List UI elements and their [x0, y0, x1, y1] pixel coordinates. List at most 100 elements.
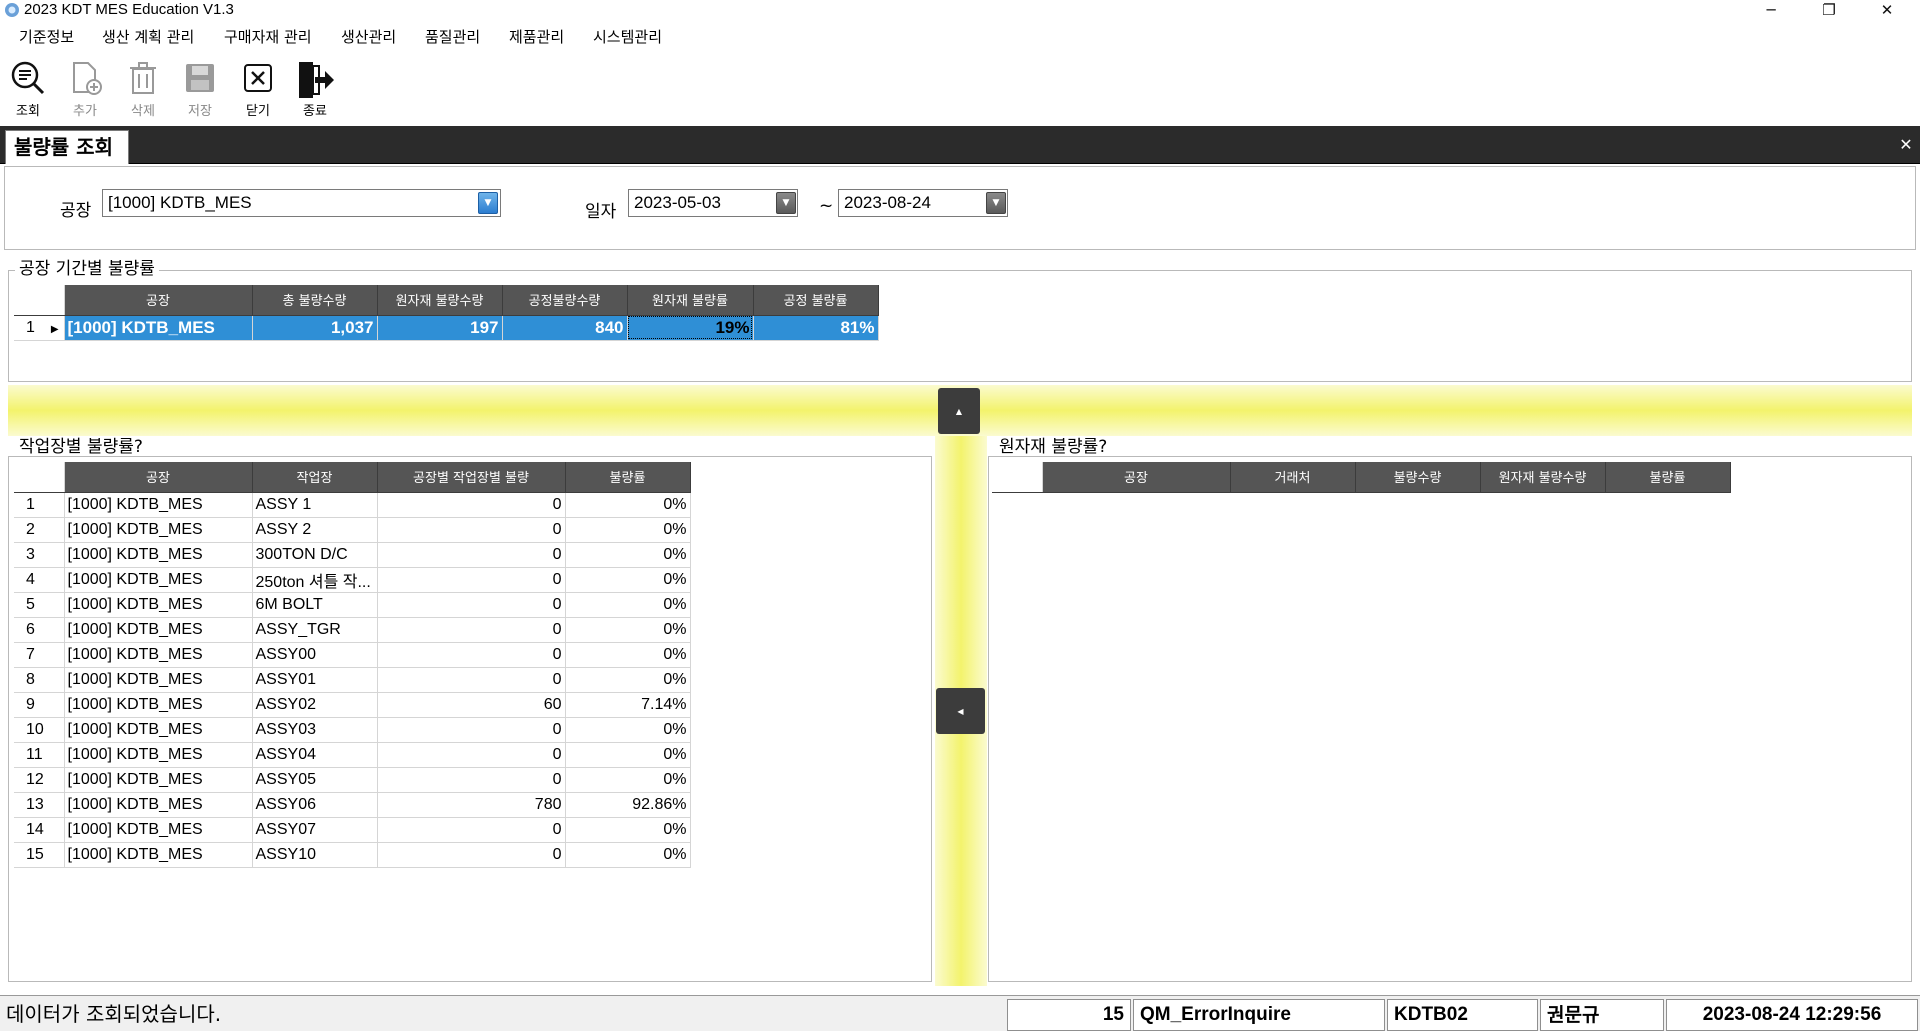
cell-workplace[interactable]: 250ton 셔틀 작...	[252, 567, 378, 593]
cell-defect-qty[interactable]: 0	[377, 542, 566, 568]
cell-defect-rate[interactable]: 0%	[565, 517, 691, 543]
cell-defect-rate[interactable]: 0%	[565, 592, 691, 618]
col-process-defect[interactable]: 공정불량수량	[502, 285, 628, 316]
calendar-dropdown-icon[interactable]: ▼	[986, 192, 1006, 214]
cell-factory[interactable]: [1000] KDTB_MES	[64, 817, 253, 843]
search-button[interactable]: 조회	[2, 56, 54, 122]
cell-total[interactable]: 1,037	[252, 315, 378, 341]
col-process-rate[interactable]: 공정 불량률	[753, 285, 879, 316]
table-row[interactable]: 8 [1000] KDTB_MES ASSY01 0 0%	[14, 667, 691, 693]
cell-material[interactable]: 197	[377, 315, 503, 341]
cell-defect-rate[interactable]: 0%	[565, 567, 691, 593]
cell-factory[interactable]: [1000] KDTB_MES	[64, 767, 253, 793]
menu-production-planning[interactable]: 생산 계획 관리	[102, 26, 194, 48]
cell-defect-rate[interactable]: 0%	[565, 667, 691, 693]
cell-workplace[interactable]: ASSY04	[252, 742, 378, 768]
cell-factory[interactable]: [1000] KDTB_MES	[64, 617, 253, 643]
col-defect-qty[interactable]: 불량수량	[1355, 462, 1481, 493]
cell-factory[interactable]: [1000] KDTB_MES	[64, 567, 253, 593]
cell-workplace[interactable]: 6M BOLT	[252, 592, 378, 618]
cell-factory[interactable]: [1000] KDTB_MES	[64, 492, 253, 518]
table-row[interactable]: 4 [1000] KDTB_MES 250ton 셔틀 작... 0 0%	[14, 567, 691, 593]
cell-factory[interactable]: [1000] KDTB_MES	[64, 517, 253, 543]
cell-workplace[interactable]: ASSY05	[252, 767, 378, 793]
cell-defect-qty[interactable]: 0	[377, 492, 566, 518]
cell-factory[interactable]: [1000] KDTB_MES	[64, 742, 253, 768]
cell-workplace[interactable]: ASSY_TGR	[252, 617, 378, 643]
cell-defect-rate[interactable]: 0%	[565, 492, 691, 518]
table-row[interactable]: 1 ▶ [1000] KDTB_MES 1,037 197 840 19% 81%	[14, 315, 879, 341]
col-material-defect[interactable]: 원자재 불량수량	[1480, 462, 1606, 493]
table-row[interactable]: 15 [1000] KDTB_MES ASSY10 0 0%	[14, 842, 691, 868]
col-material-defect[interactable]: 원자재 불량수량	[377, 285, 503, 316]
cell-defect-rate[interactable]: 0%	[565, 742, 691, 768]
table-row[interactable]: 14 [1000] KDTB_MES ASSY07 0 0%	[14, 817, 691, 843]
col-material-rate[interactable]: 원자재 불량률	[627, 285, 754, 316]
cell-process[interactable]: 840	[502, 315, 628, 341]
period-defect-grid[interactable]: 공장 총 불량수량 원자재 불량수량 공정불량수량 원자재 불량률 공정 불량률…	[14, 285, 879, 341]
menu-production[interactable]: 생산관리	[341, 26, 396, 48]
cell-defect-rate[interactable]: 0%	[565, 642, 691, 668]
col-factory[interactable]: 공장	[64, 462, 253, 493]
cell-factory[interactable]: [1000] KDTB_MES	[64, 667, 253, 693]
cell-factory[interactable]: [1000] KDTB_MES	[64, 792, 253, 818]
date-from-picker[interactable]: 2023-05-03 ▼	[628, 189, 798, 217]
cell-factory[interactable]: [1000] KDTB_MES	[64, 315, 253, 341]
table-row[interactable]: 13 [1000] KDTB_MES ASSY06 780 92.86%	[14, 792, 691, 818]
menu-system[interactable]: 시스템관리	[593, 26, 662, 48]
menu-product[interactable]: 제품관리	[509, 26, 564, 48]
table-row[interactable]: 3 [1000] KDTB_MES 300TON D/C 0 0%	[14, 542, 691, 568]
exit-button[interactable]: 종료	[289, 56, 341, 122]
col-total-defect[interactable]: 총 불량수량	[252, 285, 378, 316]
cell-workplace[interactable]: ASSY10	[252, 842, 378, 868]
cell-workplace[interactable]: 300TON D/C	[252, 542, 378, 568]
table-row[interactable]: 6 [1000] KDTB_MES ASSY_TGR 0 0%	[14, 617, 691, 643]
add-button[interactable]: 추가	[59, 56, 111, 122]
cell-defect-qty[interactable]: 780	[377, 792, 566, 818]
table-row[interactable]: 2 [1000] KDTB_MES ASSY 2 0 0%	[14, 517, 691, 543]
col-defect-rate[interactable]: 불량률	[1605, 462, 1731, 493]
cell-workplace[interactable]: ASSY 1	[252, 492, 378, 518]
cell-material-rate[interactable]: 19%	[627, 315, 754, 341]
close-window-button[interactable]: ✕	[1864, 0, 1910, 20]
table-row[interactable]: 9 [1000] KDTB_MES ASSY02 60 7.14%	[14, 692, 691, 718]
cell-workplace[interactable]: ASSY03	[252, 717, 378, 743]
menu-quality[interactable]: 품질관리	[425, 26, 480, 48]
cell-defect-rate[interactable]: 0%	[565, 717, 691, 743]
cell-defect-rate[interactable]: 0%	[565, 767, 691, 793]
cell-workplace[interactable]: ASSY06	[252, 792, 378, 818]
cell-factory[interactable]: [1000] KDTB_MES	[64, 592, 253, 618]
date-to-picker[interactable]: 2023-08-24 ▼	[838, 189, 1008, 217]
tab-defect-rate-inquiry[interactable]: 불량률 조회	[5, 130, 129, 164]
cell-factory[interactable]: [1000] KDTB_MES	[64, 842, 253, 868]
cell-defect-rate[interactable]: 0%	[565, 842, 691, 868]
cell-process-rate[interactable]: 81%	[753, 315, 879, 341]
cell-workplace[interactable]: ASSY 2	[252, 517, 378, 543]
cell-workplace[interactable]: ASSY07	[252, 817, 378, 843]
workplace-defect-grid[interactable]: 공장 작업장 공장별 작업장별 불량 불량률 1 [1000] KDTB_MES A…	[14, 462, 691, 868]
cell-defect-rate[interactable]: 0%	[565, 617, 691, 643]
col-workplace-defect[interactable]: 공장별 작업장별 불량	[377, 462, 566, 493]
table-row[interactable]: 7 [1000] KDTB_MES ASSY00 0 0%	[14, 642, 691, 668]
cell-defect-qty[interactable]: 0	[377, 767, 566, 793]
cell-factory[interactable]: [1000] KDTB_MES	[64, 692, 253, 718]
cell-defect-qty[interactable]: 0	[377, 617, 566, 643]
close-tab-button[interactable]: 닫기	[232, 56, 284, 122]
col-workplace[interactable]: 작업장	[252, 462, 378, 493]
col-defect-rate[interactable]: 불량률	[565, 462, 691, 493]
cell-defect-qty[interactable]: 0	[377, 642, 566, 668]
factory-combo[interactable]: [1000] KDTB_MES ▼	[102, 189, 501, 217]
cell-defect-qty[interactable]: 0	[377, 517, 566, 543]
col-factory[interactable]: 공장	[1042, 462, 1231, 493]
cell-defect-qty[interactable]: 0	[377, 842, 566, 868]
calendar-dropdown-icon[interactable]: ▼	[776, 192, 796, 214]
cell-workplace[interactable]: ASSY02	[252, 692, 378, 718]
delete-button[interactable]: 삭제	[117, 56, 169, 122]
tab-close-icon[interactable]: ✕	[1896, 134, 1916, 156]
col-factory[interactable]: 공장	[64, 285, 253, 316]
cell-defect-qty[interactable]: 0	[377, 817, 566, 843]
chevron-down-icon[interactable]: ▼	[478, 192, 498, 214]
cell-defect-rate[interactable]: 0%	[565, 817, 691, 843]
menu-basic-info[interactable]: 기준정보	[19, 26, 74, 48]
cell-defect-qty[interactable]: 0	[377, 592, 566, 618]
